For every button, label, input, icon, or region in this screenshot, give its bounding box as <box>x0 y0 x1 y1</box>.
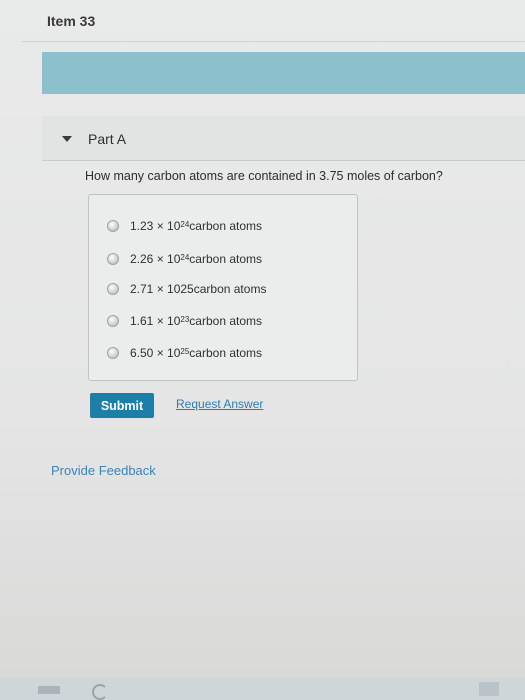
taskbar <box>0 678 525 700</box>
option-exponent: 24 <box>180 252 190 262</box>
question-text: How many carbon atoms are contained in 3… <box>85 169 443 183</box>
windows-start-icon[interactable] <box>38 686 60 694</box>
option-exponent: 23 <box>180 314 190 324</box>
radio-button[interactable] <box>107 283 119 295</box>
taskbar-app-icon[interactable] <box>479 682 499 696</box>
item-title: Item 33 <box>47 13 96 29</box>
radio-button[interactable] <box>107 315 119 327</box>
option-unit: carbon atoms <box>189 346 262 360</box>
option-mantissa: 1.61 × 10 <box>130 314 181 328</box>
option-exponent: 25 <box>180 346 190 356</box>
radio-button[interactable] <box>107 347 119 359</box>
request-answer-link[interactable]: Request Answer <box>176 397 263 411</box>
cortana-search-icon[interactable] <box>92 684 108 700</box>
option-mantissa: 2.71 × 1025 <box>130 282 194 296</box>
provide-feedback-link[interactable]: Provide Feedback <box>51 463 156 478</box>
option-mantissa: 6.50 × 10 <box>130 346 181 360</box>
option-1[interactable]: 1.23 × 10 24 carbon atoms <box>107 216 262 236</box>
radio-button[interactable] <box>107 220 119 232</box>
part-label: Part A <box>88 131 127 147</box>
option-5[interactable]: 6.50 × 10 25 carbon atoms <box>107 343 262 363</box>
divider <box>22 41 525 42</box>
option-2[interactable]: 2.26 × 10 24 carbon atoms <box>107 249 262 269</box>
item-banner <box>42 52 525 94</box>
option-mantissa: 1.23 × 10 <box>130 219 181 233</box>
caret-down-icon[interactable] <box>62 136 72 142</box>
option-3[interactable]: 2.71 × 1025 carbon atoms <box>107 279 266 299</box>
option-mantissa: 2.26 × 10 <box>130 252 181 266</box>
submit-button[interactable]: Submit <box>90 393 154 418</box>
option-unit: carbon atoms <box>193 282 267 296</box>
radio-button[interactable] <box>107 253 119 265</box>
option-unit: carbon atoms <box>189 252 262 266</box>
option-unit: carbon atoms <box>189 219 262 233</box>
part-header[interactable]: Part A <box>42 116 525 161</box>
answer-options: 1.23 × 10 24 carbon atoms 2.26 × 10 24 car… <box>88 194 358 381</box>
option-unit: carbon atoms <box>189 314 262 328</box>
option-4[interactable]: 1.61 × 10 23 carbon atoms <box>107 311 262 331</box>
option-exponent: 24 <box>180 219 190 229</box>
